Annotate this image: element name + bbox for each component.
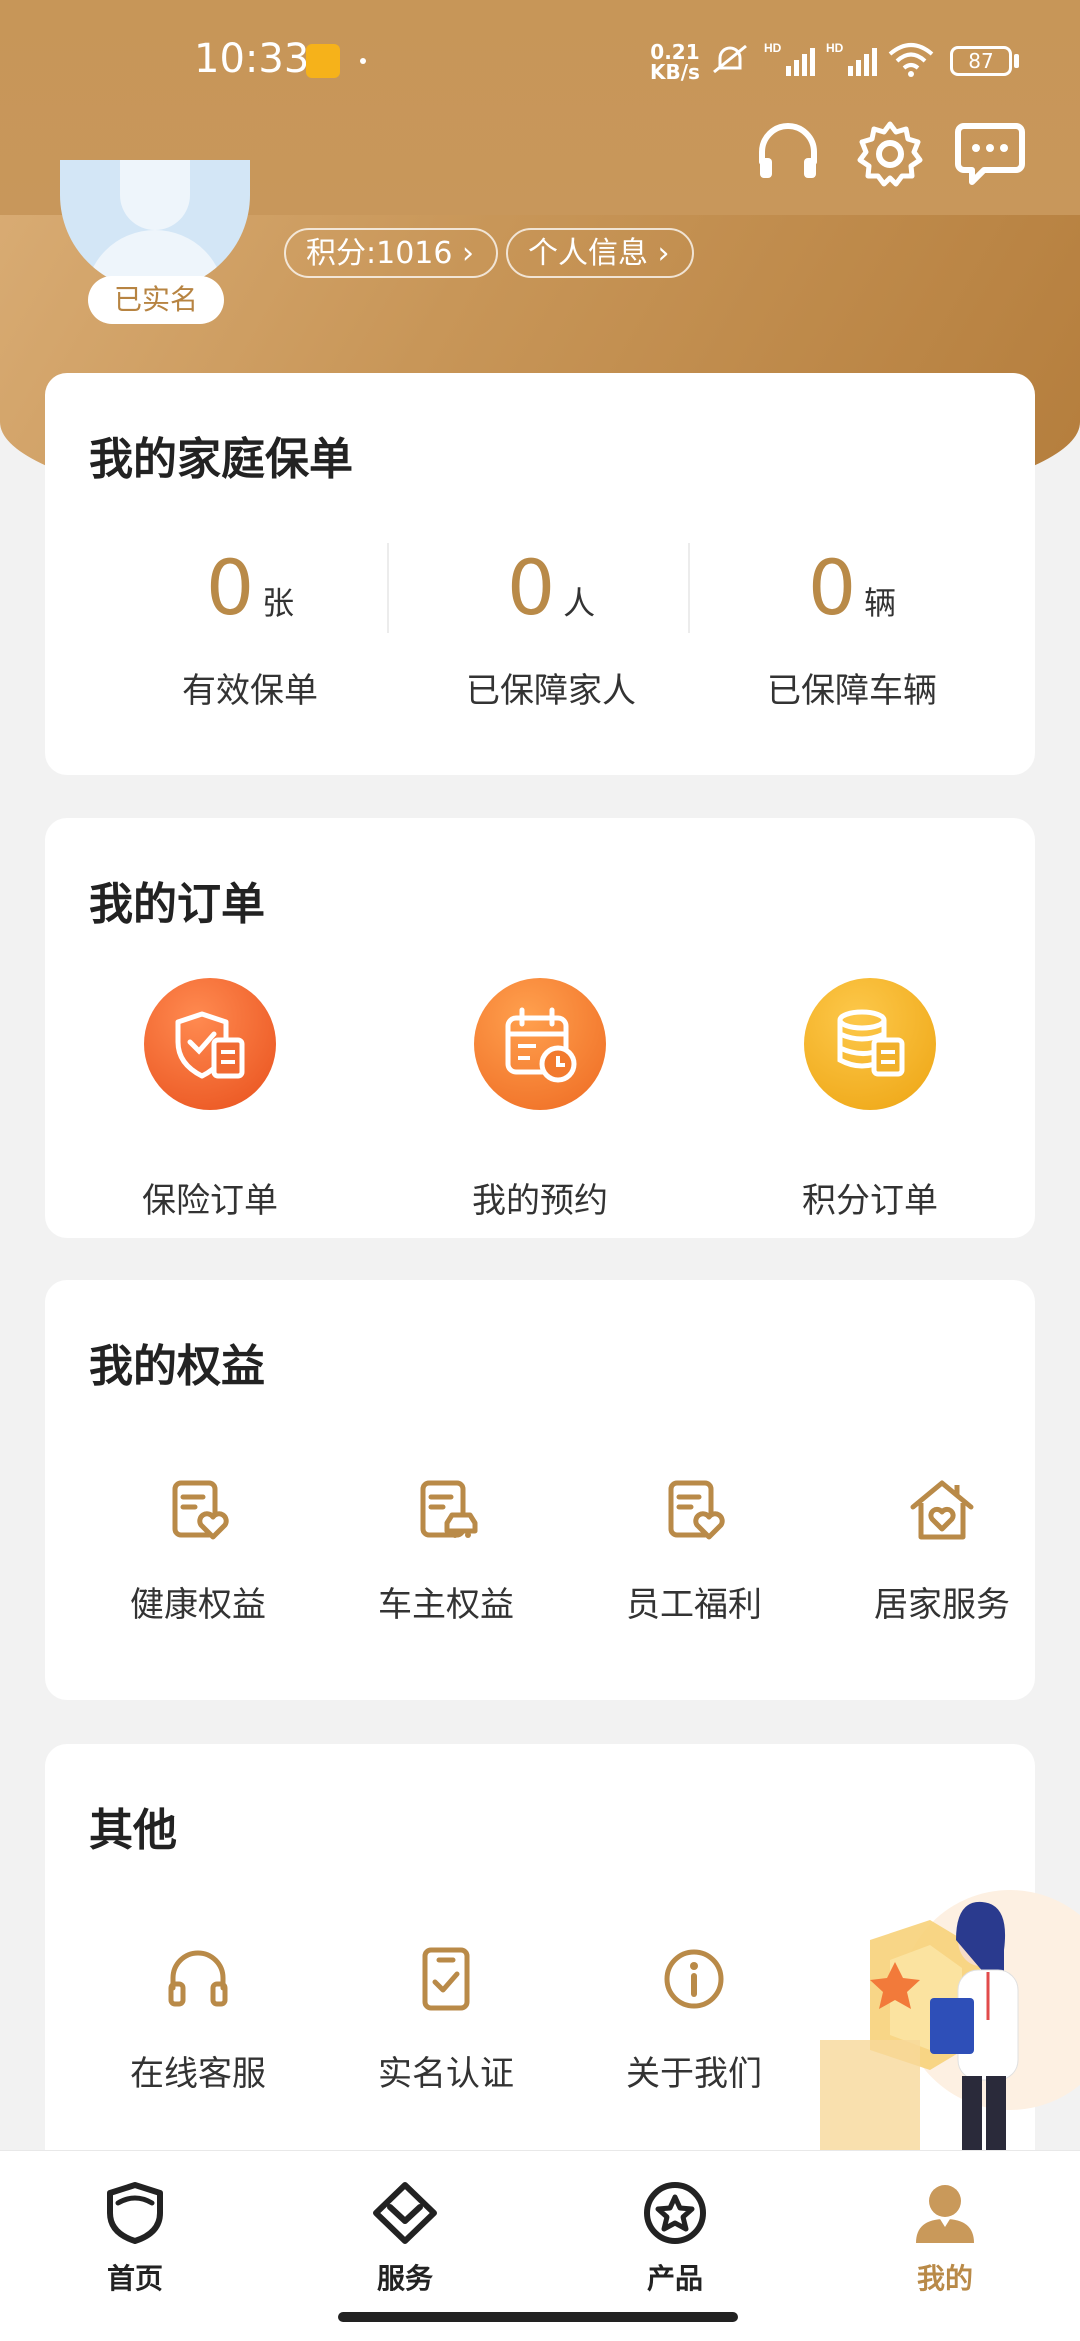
- nav-product[interactable]: 产品: [575, 2177, 775, 2297]
- headset-icon: [168, 1950, 228, 2007]
- nav-label: 首页: [106, 2262, 163, 2295]
- home-shield-icon: [107, 2182, 163, 2244]
- nav-label: 我的: [916, 2262, 973, 2295]
- benefit-home-service[interactable]: 居家服务: [827, 1475, 1057, 1626]
- stat-unit: 人: [563, 584, 596, 622]
- benefit-label: 居家服务: [874, 1585, 1010, 1625]
- stat-unit: 张: [262, 584, 295, 622]
- calendar-clock-icon: [474, 978, 606, 1110]
- benefit-label: 健康权益: [130, 1585, 266, 1625]
- battery-indicator: 87: [950, 46, 1012, 76]
- other-about-us[interactable]: 关于我们: [579, 1944, 809, 2095]
- benefits-card: 我的权益 健康权益 车主权益 员工福利 居家服务: [45, 1280, 1035, 1700]
- orders-card: 我的订单 保险订单 我的预约 积分订单: [45, 818, 1035, 1238]
- network-speed-unit: KB/s: [650, 60, 700, 84]
- order-label: 我的预约: [472, 1181, 608, 1221]
- stat-divider: [387, 543, 389, 633]
- order-appointment[interactable]: 我的预约: [410, 978, 670, 1221]
- stat-covered-family[interactable]: 0人: [401, 543, 701, 632]
- notification-app-icon: [306, 44, 340, 78]
- personal-info-pill[interactable]: 个人信息 ›: [506, 228, 694, 278]
- other-online-service[interactable]: 在线客服: [83, 1944, 313, 2095]
- signal-hd-1-icon: HD: [764, 41, 815, 76]
- mute-icon: [713, 44, 747, 74]
- stat-label: 已保障车辆: [767, 671, 937, 711]
- nav-label: 服务: [376, 2262, 433, 2295]
- stat-value: 0: [506, 543, 556, 632]
- nav-mine[interactable]: 我的: [845, 2177, 1045, 2297]
- stat-covered-vehicles[interactable]: 0辆: [702, 543, 1002, 632]
- coins-doc-icon: [804, 978, 936, 1110]
- order-label: 积分订单: [802, 1181, 938, 1221]
- stat-divider: [688, 543, 690, 633]
- nav-label: 产品: [646, 2262, 703, 2295]
- order-label: 保险订单: [142, 1181, 278, 1221]
- network-speed: 0.21 KB/s: [650, 42, 700, 82]
- svg-text:HD: HD: [764, 41, 782, 55]
- benefit-label: 车主权益: [378, 1585, 514, 1625]
- shield-doc-icon: [144, 978, 276, 1110]
- messages-chat-icon[interactable]: [954, 118, 1026, 190]
- profile-person-icon: [916, 2185, 974, 2243]
- benefits-title: 我的权益: [89, 1341, 265, 1392]
- customer-service-headset-icon[interactable]: [752, 118, 824, 190]
- order-points[interactable]: 积分订单: [740, 978, 1000, 1221]
- stat-value: 0: [807, 543, 857, 632]
- nav-home[interactable]: 首页: [35, 2177, 235, 2297]
- notification-dot-icon: [360, 58, 366, 64]
- other-label: 实名认证: [378, 2054, 514, 2094]
- order-insurance[interactable]: 保险订单: [80, 978, 340, 1221]
- verified-badge: 已实名: [88, 276, 224, 324]
- settings-gear-icon[interactable]: [854, 118, 926, 190]
- points-pill[interactable]: 积分:1016 ›: [284, 228, 498, 278]
- info-icon: [664, 1949, 724, 2009]
- orders-title: 我的订单: [89, 879, 265, 930]
- network-speed-value: 0.21: [650, 40, 700, 64]
- other-label: 在线客服: [130, 2054, 266, 2094]
- others-title: 其他: [89, 1805, 177, 1856]
- family-policy-title: 我的家庭保单: [89, 434, 353, 485]
- stat-valid-policies[interactable]: 0张: [100, 543, 400, 632]
- id-check-icon: [422, 1947, 470, 2011]
- benefit-car-owner[interactable]: 车主权益: [331, 1475, 561, 1626]
- doc-heart-icon: [172, 1480, 229, 1540]
- stat-label: 已保障家人: [466, 671, 636, 711]
- battery-cap: [1014, 54, 1019, 68]
- stat-value: 0: [205, 543, 255, 632]
- status-time: 10:33: [194, 36, 310, 82]
- benefit-health[interactable]: 健康权益: [83, 1475, 313, 1626]
- stat-label: 有效保单: [182, 671, 318, 711]
- wifi-icon: [888, 43, 934, 77]
- home-indicator: [338, 2312, 738, 2322]
- benefit-label: 员工福利: [626, 1585, 762, 1625]
- status-bar: 10:33 0.21 KB/s HD HD 87: [0, 0, 1080, 120]
- product-star-icon: [644, 2182, 706, 2244]
- service-diamond-icon: [373, 2182, 437, 2244]
- family-policy-card: 我的家庭保单 0张 有效保单 0人 已保障家人 0辆 已保障车辆: [45, 373, 1035, 775]
- doc-car-icon: [420, 1480, 478, 1538]
- stat-unit: 辆: [864, 584, 897, 622]
- signal-hd-2-icon: HD: [826, 41, 877, 76]
- nav-service[interactable]: 服务: [305, 2177, 505, 2297]
- avatar-head: [120, 160, 190, 230]
- other-label: 关于我们: [626, 2054, 762, 2094]
- house-heart-icon: [910, 1480, 974, 1540]
- svg-text:HD: HD: [826, 41, 844, 55]
- benefit-employee[interactable]: 员工福利: [579, 1475, 809, 1626]
- other-real-name-auth[interactable]: 实名认证: [331, 1944, 561, 2095]
- doc-heart-icon: [668, 1480, 725, 1540]
- agent-medal-illustration: [820, 1890, 1080, 2155]
